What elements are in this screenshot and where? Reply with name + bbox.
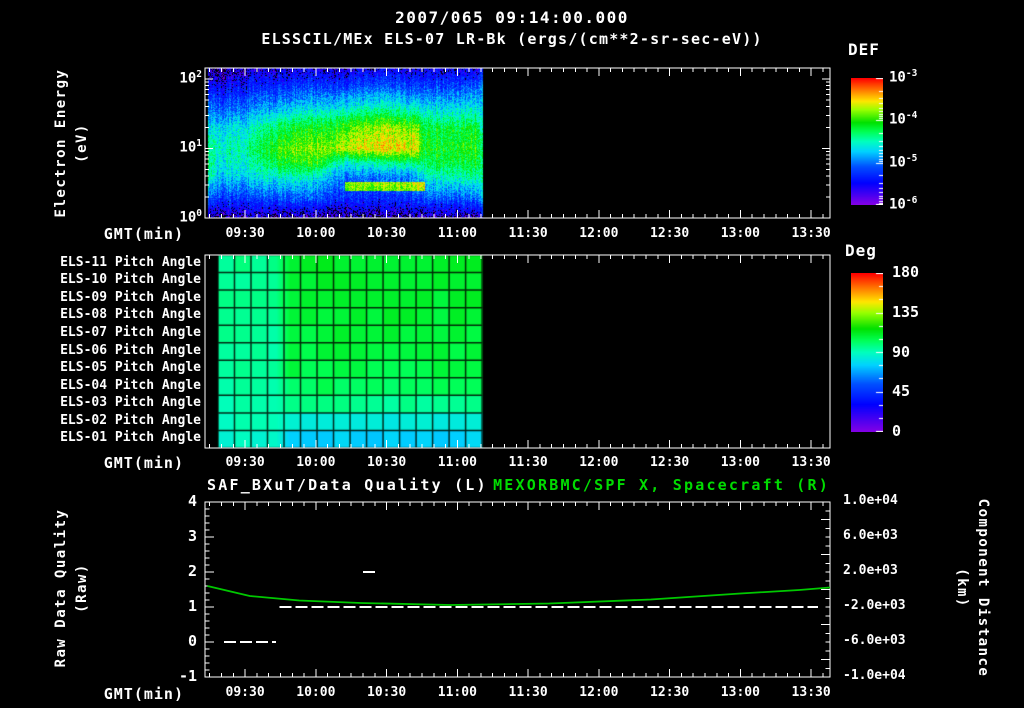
time-tick-label: 11:00 xyxy=(438,227,477,241)
time-tick-label: 09:30 xyxy=(226,456,265,470)
pitch-row-label: ELS-06 Pitch Angle xyxy=(60,344,201,358)
quality-tick-label: 1 xyxy=(188,598,197,615)
energy-axis-label-line2: (eV) xyxy=(72,69,93,218)
distance-tick-label: 2.0e+03 xyxy=(843,564,898,578)
page: 2007/065 09:14:00.000 ELSSCIL/MEx ELS-07… xyxy=(0,0,1024,708)
pitch-row-label: ELS-04 Pitch Angle xyxy=(60,379,201,393)
def-tick-label: 10-3 xyxy=(889,69,917,86)
distance-axis-label-line2: (km) xyxy=(951,499,972,678)
distance-axis-label: Component Distance (km) xyxy=(951,499,993,678)
distance-tick-label: -2.0e+03 xyxy=(843,599,906,613)
time-tick-label: 10:30 xyxy=(367,456,406,470)
deg-colorbar-title: Deg xyxy=(845,242,877,260)
quality-axis-label-line2: (Raw) xyxy=(72,509,93,668)
time-tick-label: 12:00 xyxy=(579,686,618,700)
distance-tick-label: 1.0e+04 xyxy=(843,494,898,508)
gmt-label-top: GMT(min) xyxy=(104,226,184,243)
time-tick-label: 10:00 xyxy=(296,456,335,470)
pitch-row-label: ELS-10 Pitch Angle xyxy=(60,273,201,287)
pitch-row-label: ELS-01 Pitch Angle xyxy=(60,431,201,445)
deg-tick-label: 180 xyxy=(892,264,919,281)
energy-tick-label: 101 xyxy=(179,139,202,156)
gmt-label-middle: GMT(min) xyxy=(104,455,184,472)
time-tick-label: 12:00 xyxy=(579,456,618,470)
energy-axis-label: Electron Energy (eV) xyxy=(51,69,93,218)
def-tick-label: 10-4 xyxy=(889,111,917,128)
deg-tick-label: 45 xyxy=(892,383,910,400)
time-tick-label: 12:00 xyxy=(579,227,618,241)
time-tick-label: 10:00 xyxy=(296,686,335,700)
time-tick-label: 11:00 xyxy=(438,456,477,470)
distance-axis-label-line1: Component Distance xyxy=(972,499,993,678)
pitch-row-label: ELS-02 Pitch Angle xyxy=(60,414,201,428)
distance-tick-label: -1.0e+04 xyxy=(843,669,906,683)
deg-tick-label: 135 xyxy=(892,304,919,321)
pitch-row-label: ELS-08 Pitch Angle xyxy=(60,308,201,322)
energy-tick-label: 102 xyxy=(179,70,202,87)
energy-tick-label: 100 xyxy=(179,209,202,226)
time-tick-label: 12:30 xyxy=(650,456,689,470)
time-tick-label: 13:00 xyxy=(721,456,760,470)
quality-tick-label: 4 xyxy=(188,493,197,510)
pitch-row-label: ELS-03 Pitch Angle xyxy=(60,396,201,410)
deg-tick-label: 90 xyxy=(892,344,910,361)
time-tick-label: 12:30 xyxy=(650,686,689,700)
quality-tick-label: 2 xyxy=(188,563,197,580)
time-tick-label: 10:30 xyxy=(367,227,406,241)
quality-tick-label: -1 xyxy=(179,668,197,685)
quality-tick-label: 0 xyxy=(188,633,197,650)
gmt-label-bottom: GMT(min) xyxy=(104,686,184,703)
time-tick-label: 11:30 xyxy=(509,456,548,470)
time-tick-label: 11:30 xyxy=(509,686,548,700)
time-tick-label: 11:30 xyxy=(509,227,548,241)
time-tick-label: 10:00 xyxy=(296,227,335,241)
pitch-row-label: ELS-07 Pitch Angle xyxy=(60,326,201,340)
time-tick-label: 13:30 xyxy=(792,456,831,470)
time-tick-label: 12:30 xyxy=(650,227,689,241)
pitch-row-label: ELS-05 Pitch Angle xyxy=(60,361,201,375)
time-tick-label: 11:00 xyxy=(438,686,477,700)
time-tick-label: 09:30 xyxy=(226,227,265,241)
pitch-row-label: ELS-11 Pitch Angle xyxy=(60,256,201,270)
def-tick-label: 10-6 xyxy=(889,196,917,213)
time-tick-label: 09:30 xyxy=(226,686,265,700)
quality-axis-label-line1: Raw Data Quality xyxy=(51,509,72,668)
quality-panel-title-left: SAF_BXuT/Data Quality (L) xyxy=(207,477,488,494)
quality-tick-label: 3 xyxy=(188,528,197,545)
distance-tick-label: -6.0e+03 xyxy=(843,634,906,648)
pitch-row-label: ELS-09 Pitch Angle xyxy=(60,291,201,305)
time-tick-label: 10:30 xyxy=(367,686,406,700)
time-tick-label: 13:30 xyxy=(792,686,831,700)
time-tick-label: 13:30 xyxy=(792,227,831,241)
quality-axis-label: Raw Data Quality (Raw) xyxy=(51,509,93,668)
energy-axis-label-line1: Electron Energy xyxy=(51,69,72,218)
deg-tick-label: 0 xyxy=(892,423,901,440)
distance-tick-label: 6.0e+03 xyxy=(843,529,898,543)
def-tick-label: 10-5 xyxy=(889,154,917,171)
time-tick-label: 13:00 xyxy=(721,227,760,241)
quality-panel-title-right: MEXORBMC/SPF X, Spacecraft (R) xyxy=(493,477,830,494)
def-colorbar-title: DEF xyxy=(848,41,880,59)
time-tick-label: 13:00 xyxy=(721,686,760,700)
